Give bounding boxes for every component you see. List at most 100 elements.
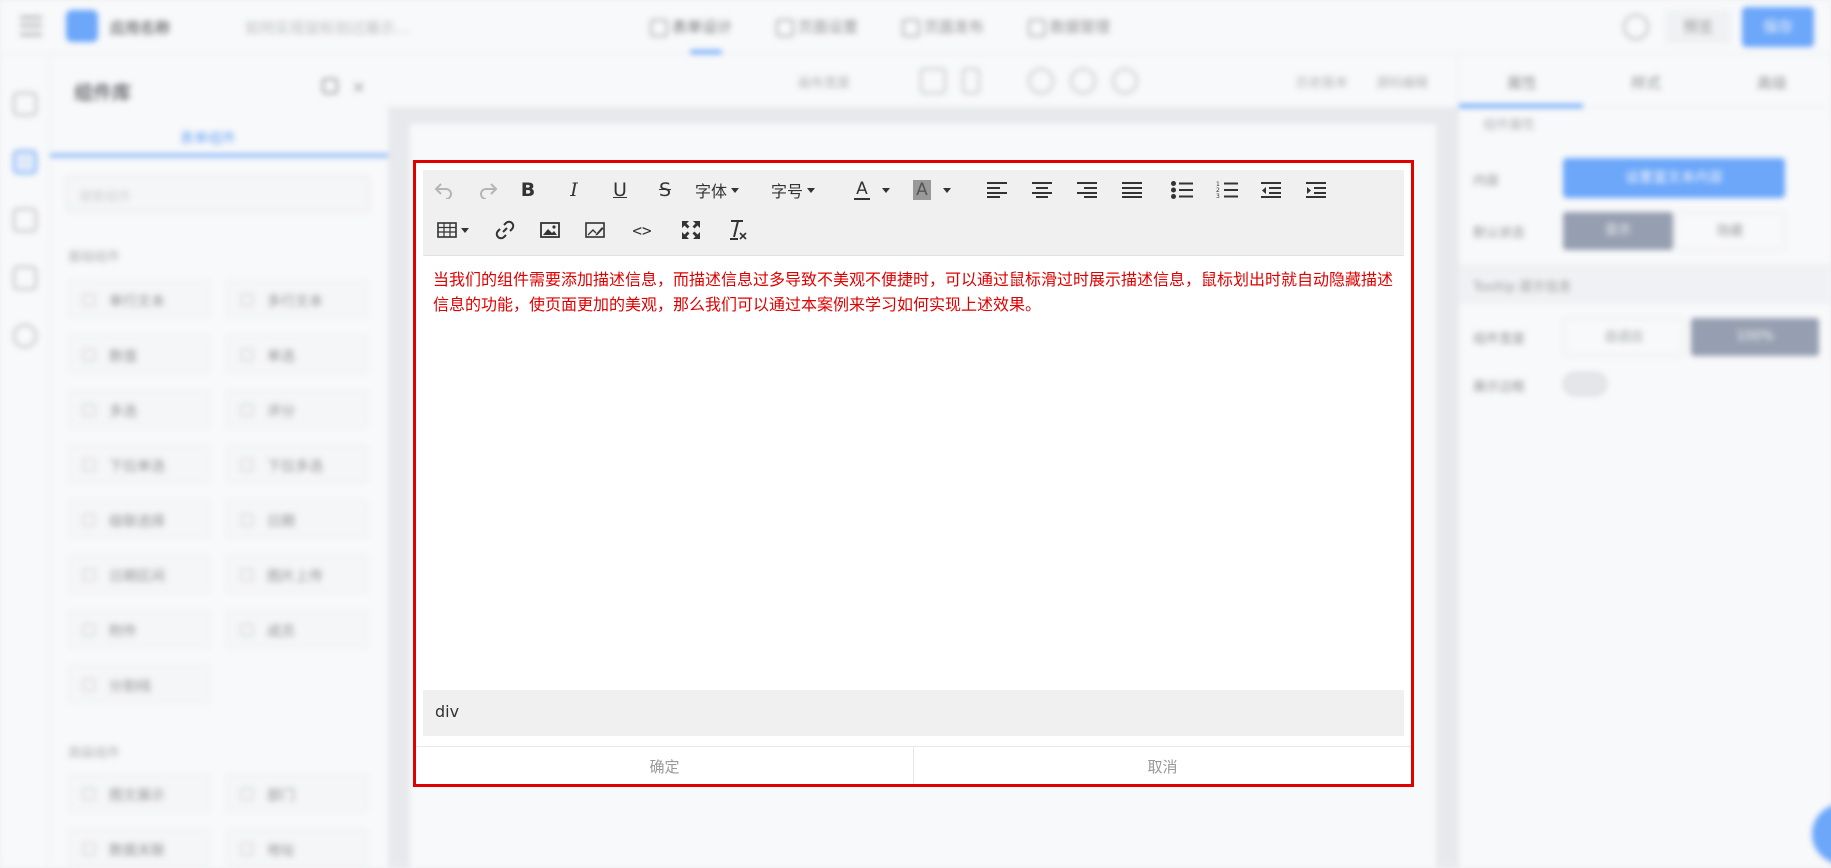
tab-page-settings[interactable]: 页面设置 — [776, 0, 858, 54]
component-item[interactable]: 日期区间 — [68, 555, 210, 593]
numbered-list-icon: 123 — [1216, 181, 1238, 199]
component-search-input[interactable]: 搜索组件 — [66, 176, 370, 212]
components-icon[interactable] — [13, 150, 37, 174]
component-item[interactable]: 多行文本 — [226, 280, 368, 318]
close-icon[interactable]: ✕ — [352, 78, 365, 97]
indent-button[interactable] — [1302, 175, 1330, 205]
top-tabs: 表单设计 页面设置 页面发布 数据管理 — [650, 0, 1110, 54]
editor-toolbar: B I U S 字体 字号 A A 123 <> — [423, 170, 1404, 256]
desktop-icon[interactable] — [920, 68, 946, 94]
tab-underline — [50, 154, 388, 157]
component-item[interactable]: 级联选择 — [68, 500, 210, 538]
component-item[interactable]: 评分 — [226, 390, 368, 428]
font-color-button[interactable]: A — [847, 175, 897, 205]
bold-icon: B — [520, 179, 536, 201]
italic-button[interactable]: I — [559, 175, 589, 205]
component-item[interactable]: 分割线 — [68, 665, 210, 703]
tab-data-manage[interactable]: 数据管理 — [1028, 0, 1110, 54]
menu-icon[interactable] — [20, 16, 42, 36]
redo-icon — [480, 183, 498, 199]
font-family-dropdown[interactable]: 字体 — [687, 175, 747, 205]
indent-icon — [1306, 182, 1326, 198]
hidden-option[interactable]: 隐藏 — [1675, 212, 1785, 250]
component-item[interactable]: 地址 — [226, 829, 368, 867]
tab-underline — [1459, 104, 1583, 108]
group-advanced-label: 高级组件 — [68, 746, 121, 761]
link-button[interactable] — [491, 215, 519, 245]
datasource-icon[interactable] — [13, 208, 37, 232]
help-icon[interactable] — [1623, 14, 1649, 40]
undo-icon — [434, 183, 452, 199]
component-item[interactable]: 图片上传 — [226, 555, 368, 593]
component-item[interactable]: 数据关联 — [68, 829, 210, 867]
align-center-button[interactable] — [1028, 175, 1056, 205]
align-left-button[interactable] — [983, 175, 1011, 205]
align-right-icon — [1077, 182, 1097, 198]
redo-icon[interactable] — [1070, 68, 1096, 94]
font-size-dropdown[interactable]: 字号 — [763, 175, 823, 205]
field-label: 内容 — [1473, 174, 1500, 189]
caret-down-icon — [731, 187, 739, 193]
tooltip-section[interactable]: Tooltip 提示信息 — [1459, 264, 1831, 304]
tab-properties[interactable]: 属性 — [1507, 72, 1537, 93]
clock-icon[interactable] — [1112, 68, 1138, 94]
component-item[interactable]: 多选 — [68, 390, 210, 428]
template-icon[interactable] — [13, 266, 37, 290]
width-auto-option[interactable]: 自适应 — [1563, 318, 1685, 356]
image-edit-button[interactable] — [581, 215, 609, 245]
align-justify-button[interactable] — [1118, 175, 1146, 205]
component-item[interactable]: 图文展示 — [68, 774, 210, 812]
component-item[interactable]: 单选 — [226, 335, 368, 373]
confirm-button[interactable]: 确定 — [416, 747, 913, 784]
outline-icon[interactable] — [13, 92, 37, 116]
code-edit-button[interactable]: 源码编辑 — [1376, 72, 1428, 91]
save-button[interactable]: 保存 — [1742, 7, 1814, 47]
settings-icon[interactable] — [13, 324, 37, 348]
visible-option[interactable]: 显示 — [1563, 212, 1673, 250]
bold-button[interactable]: B — [513, 175, 543, 205]
tab-advanced[interactable]: 高级 — [1757, 72, 1787, 93]
history-button[interactable]: 历史版本 — [1296, 72, 1348, 91]
redo-button[interactable] — [473, 175, 503, 205]
link-icon — [495, 220, 515, 240]
outdent-button[interactable] — [1257, 175, 1285, 205]
caret-down-icon — [881, 187, 890, 193]
component-item[interactable]: 附件 — [68, 610, 210, 648]
pin-icon[interactable] — [322, 78, 338, 94]
strikethrough-button[interactable]: S — [650, 175, 680, 205]
component-item[interactable]: 下拉多选 — [226, 445, 368, 483]
table-button[interactable] — [433, 215, 473, 245]
bullet-list-button[interactable] — [1168, 175, 1196, 205]
background-color-button[interactable]: A — [907, 175, 957, 205]
source-code-button[interactable]: <> — [627, 215, 657, 245]
mobile-icon[interactable] — [962, 68, 980, 94]
tab-style[interactable]: 样式 — [1631, 72, 1661, 93]
component-item[interactable]: 单行文本 — [68, 280, 210, 318]
canvas-width-select[interactable]: 画布宽度 — [798, 72, 850, 91]
clear-format-button[interactable] — [723, 215, 751, 245]
component-item[interactable]: 部门 — [226, 774, 368, 812]
cancel-button[interactable]: 取消 — [913, 747, 1411, 784]
numbered-list-button[interactable]: 123 — [1213, 175, 1241, 205]
undo-icon[interactable] — [1028, 68, 1054, 94]
component-item[interactable]: 日期 — [226, 500, 368, 538]
underline-button[interactable]: U — [605, 175, 635, 205]
undo-button[interactable] — [429, 175, 459, 205]
panel-title: 组件库 — [74, 82, 132, 104]
page-name[interactable]: 如何实现鼠标划过展示… — [245, 17, 410, 38]
app-name: 应用名称 — [110, 19, 171, 37]
tab-page-publish[interactable]: 页面发布 — [902, 0, 984, 54]
component-item[interactable]: 下拉单选 — [68, 445, 210, 483]
align-right-button[interactable] — [1073, 175, 1101, 205]
image-button[interactable] — [536, 215, 564, 245]
tab-form-components[interactable]: 表单组件 — [180, 128, 236, 148]
editor-content[interactable]: 当我们的组件需要添加描述信息，而描述信息过多导致不美观不便捷时，可以通过鼠标滑过… — [433, 267, 1401, 687]
fullscreen-button[interactable] — [677, 215, 705, 245]
component-item[interactable]: 数值 — [68, 335, 210, 373]
width-full-option[interactable]: 100% — [1691, 318, 1819, 356]
border-toggle[interactable] — [1563, 372, 1607, 396]
set-richtext-button[interactable]: 设置富文本内容 — [1563, 158, 1785, 198]
tab-form-design[interactable]: 表单设计 — [650, 0, 732, 54]
component-item[interactable]: 成员 — [226, 610, 368, 648]
preview-button[interactable]: 预览 — [1665, 10, 1731, 44]
